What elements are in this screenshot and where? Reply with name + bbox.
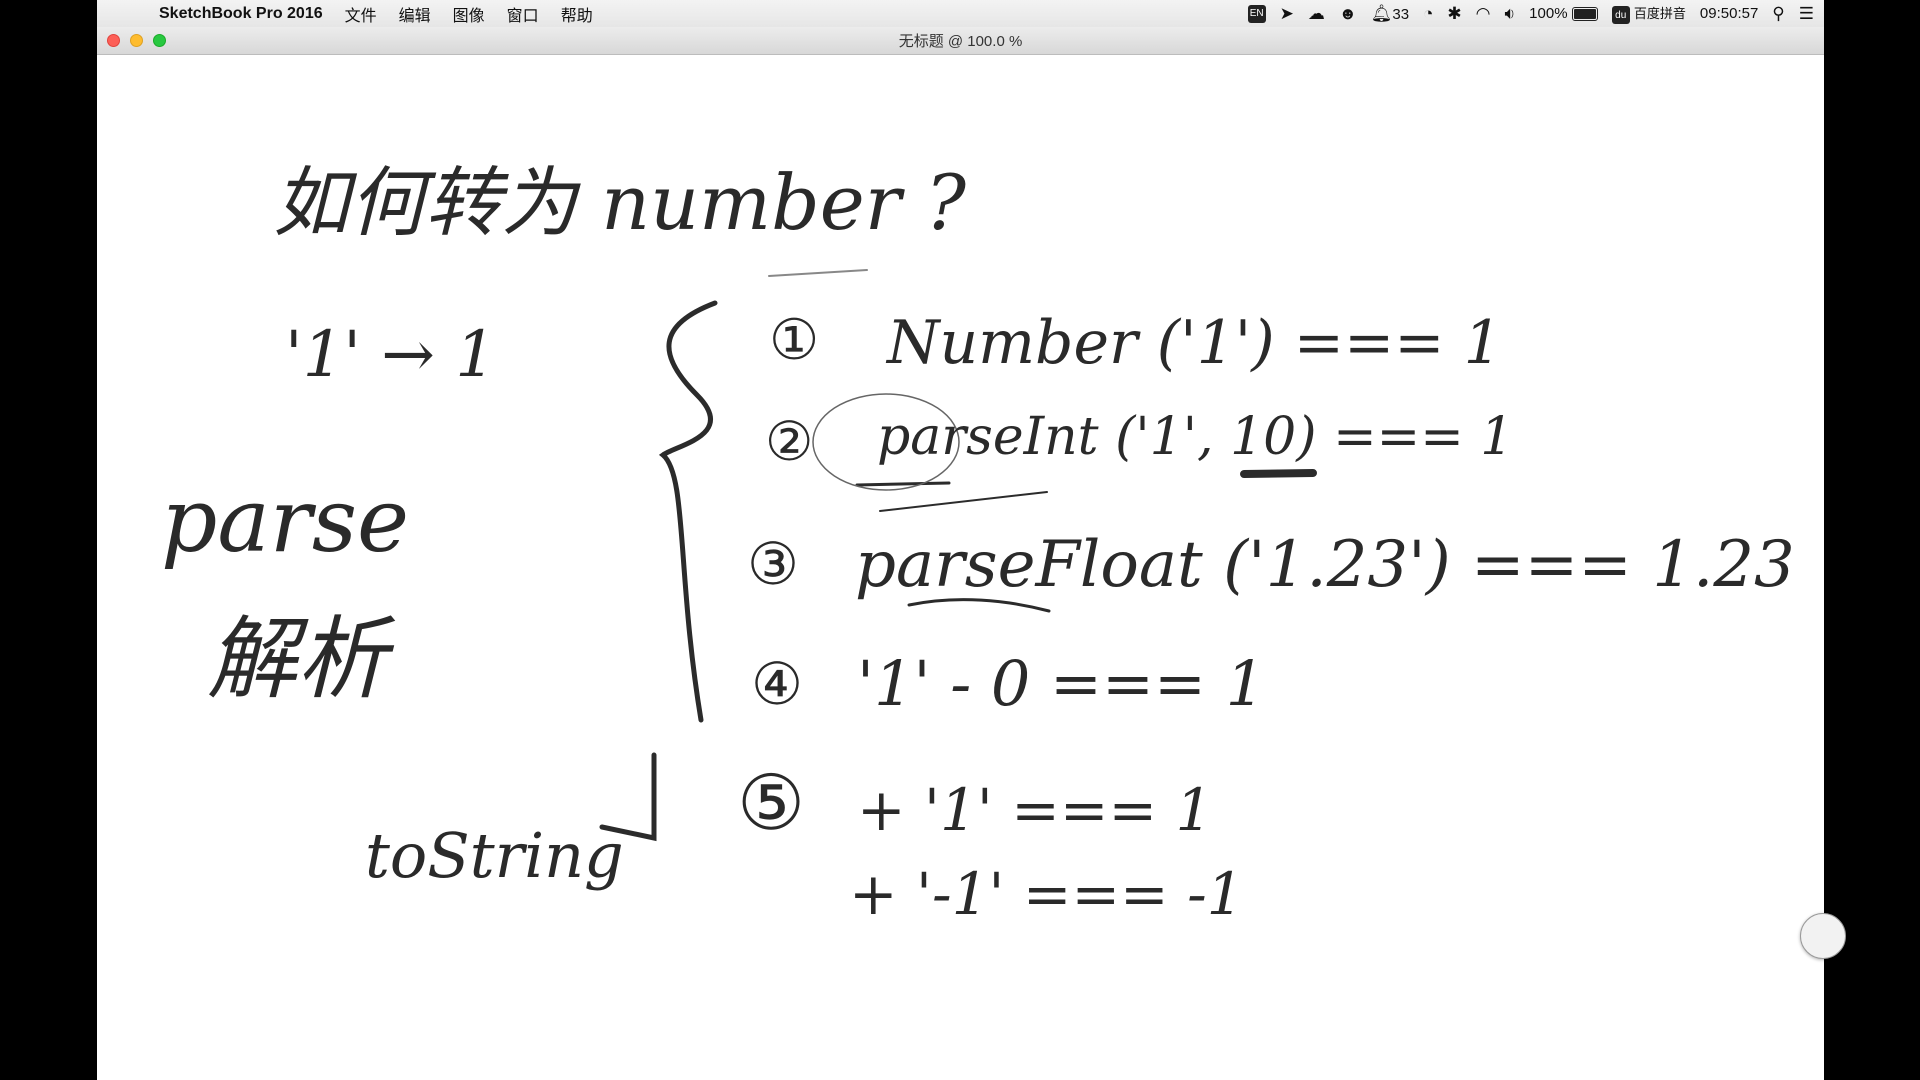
wifi-icon[interactable]: ◠: [1476, 5, 1491, 22]
fullscreen-button[interactable]: [153, 34, 166, 47]
item-4-text: '1' - 0 === 1: [857, 647, 1266, 720]
item-5-text: + '1' === 1: [857, 776, 1213, 844]
item-5-number: ⑤: [737, 758, 806, 847]
item-3-number: ③: [747, 530, 799, 598]
item-4-number: ④: [751, 650, 803, 718]
sketchbook-window: 无标题 @ 100.0 % 如何转为 number ? '1' → 1 pars…: [97, 27, 1846, 1080]
radix-underline: [1240, 469, 1317, 478]
sketch-parse-word: parse: [161, 469, 410, 572]
menu-file[interactable]: 文件: [345, 2, 377, 26]
lagoon-toolbar-handle[interactable]: [1800, 913, 1846, 959]
battery-status[interactable]: 100%: [1529, 5, 1598, 22]
pointer-app-icon[interactable]: ➤: [1280, 5, 1294, 22]
item-3-text: parseFloat ('1.23') === 1.23: [855, 528, 1795, 602]
menu-window[interactable]: 窗口: [507, 2, 539, 26]
battery-icon: [1571, 7, 1598, 22]
status-area: EN ➤ ☁ ☻ 🔔︎33 ◔ ✱ ◠ 🔉︎ 100% du 百度拼音 09:5…: [1247, 3, 1814, 25]
notification-count: 33: [1392, 5, 1410, 23]
title-bar[interactable]: 无标题 @ 100.0 %: [97, 27, 1824, 55]
item-1-text: Number ('1') === 1: [887, 308, 1502, 378]
parseint-underline: [855, 481, 951, 487]
menu-help[interactable]: 帮助: [561, 2, 593, 26]
menu-bar: SketchBook Pro 2016 文件 编辑 图像 窗口 帮助 EN ➤ …: [97, 0, 1824, 27]
menu-image[interactable]: 图像: [453, 2, 485, 26]
item-1-number: ①: [769, 308, 820, 373]
item-2-text: parseInt ('1', 10) === 1: [877, 407, 1514, 467]
app-menu[interactable]: SketchBook Pro 2016: [159, 5, 323, 23]
notification-status[interactable]: 🔔︎33: [1371, 5, 1409, 23]
minimize-button[interactable]: [130, 34, 143, 47]
curly-brace: [658, 300, 718, 723]
cloud-icon[interactable]: ☁: [1308, 5, 1325, 22]
item-5b-text: + '-1' === -1: [849, 860, 1244, 928]
window-title: 无标题 @ 100.0 %: [898, 33, 1023, 50]
ime-label: 百度拼音: [1633, 5, 1686, 21]
bluetooth-icon[interactable]: ✱: [1447, 5, 1461, 22]
sketch-conversion: '1' → 1: [285, 318, 496, 392]
sketch-heading: 如何转为 number ?: [273, 158, 966, 247]
close-button[interactable]: [107, 34, 120, 47]
parseint-underline-2: [879, 491, 1048, 512]
item-2-number: ②: [765, 410, 814, 473]
heading-underline: [768, 269, 868, 277]
time-machine-icon[interactable]: ◔: [1423, 5, 1433, 22]
clock[interactable]: 09:50:57: [1700, 5, 1758, 22]
window-controls: [107, 34, 166, 47]
notification-center-icon[interactable]: ☰: [1799, 5, 1814, 22]
qq-icon[interactable]: ☻: [1339, 5, 1357, 22]
battery-percent: 100%: [1529, 5, 1568, 22]
baidu-ime-icon: du: [1611, 6, 1630, 25]
bell-icon: 🔔︎: [1370, 3, 1393, 23]
spotlight-search-icon[interactable]: ⚲: [1772, 5, 1784, 22]
sketch-tostring: toString: [365, 819, 624, 892]
input-source-icon[interactable]: EN: [1247, 4, 1266, 23]
ime-status[interactable]: du 百度拼音: [1611, 3, 1686, 25]
sketch-parse-cn: 解析: [207, 607, 387, 712]
volume-icon[interactable]: 🔉︎: [1504, 5, 1515, 22]
drawing-canvas[interactable]: 如何转为 number ? '1' → 1 parse 解析 toString …: [97, 55, 1846, 1080]
menu-edit[interactable]: 编辑: [399, 2, 431, 26]
